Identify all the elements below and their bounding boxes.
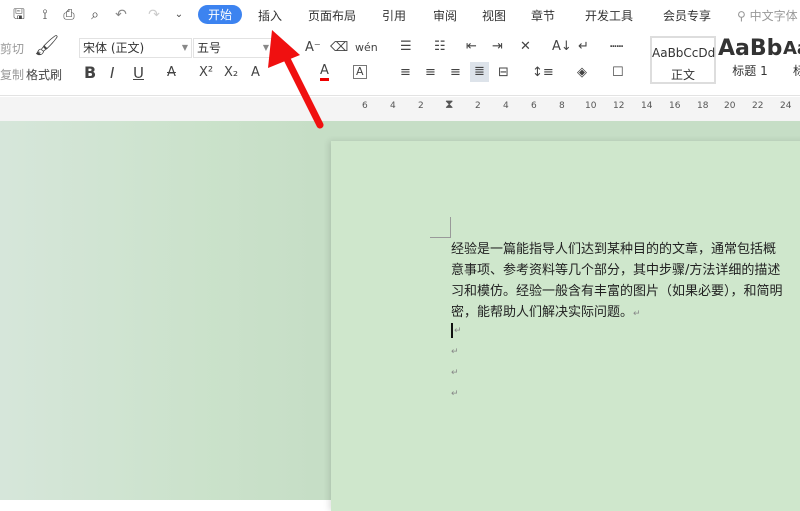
red-arrow-annotation	[268, 30, 324, 129]
